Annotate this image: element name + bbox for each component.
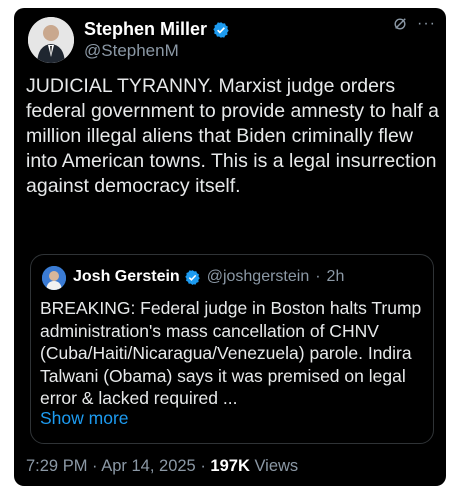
verified-badge-icon	[213, 21, 229, 38]
author-avatar[interactable]	[28, 17, 74, 63]
grok-icon[interactable]	[393, 17, 407, 31]
views-label: Views	[254, 457, 299, 475]
quoted-timestamp[interactable]: 2h	[327, 268, 345, 286]
person-avatar-icon	[42, 266, 66, 290]
quoted-author-name[interactable]: Josh Gerstein	[73, 268, 180, 286]
views-count[interactable]: 197K	[210, 457, 249, 475]
more-icon[interactable]: ···	[417, 16, 436, 32]
verified-badge-icon	[184, 269, 200, 285]
author-name[interactable]: Stephen Miller	[84, 19, 207, 40]
tweet-card: Stephen Miller @StephenM ··· JUDICIAL TY…	[14, 8, 446, 486]
header-actions: ···	[393, 16, 436, 32]
quoted-author-avatar[interactable]	[42, 266, 66, 290]
post-time[interactable]: 7:29 PM	[26, 457, 87, 475]
meta-separator: ·	[200, 457, 206, 475]
tweet-text: JUDICIAL TYRANNY. Marxist judge orders f…	[26, 75, 445, 197]
author-name-row[interactable]: Stephen Miller	[84, 19, 230, 40]
quoted-tweet[interactable]: Josh Gerstein @joshgerstein · 2h BREAKIN…	[30, 254, 434, 444]
author-handle[interactable]: @StephenM	[84, 41, 179, 61]
quoted-tweet-text: BREAKING: Federal judge in Boston halts …	[40, 298, 427, 408]
quoted-time-separator: ·	[315, 268, 321, 285]
person-avatar-icon	[28, 17, 74, 63]
show-more-link[interactable]: Show more	[40, 408, 129, 429]
tweet-meta: 7:29 PM · Apr 14, 2025 · 197K Views	[26, 457, 298, 476]
post-date[interactable]: Apr 14, 2025	[101, 457, 196, 475]
meta-separator: ·	[92, 457, 98, 475]
quoted-author-handle[interactable]: @joshgerstein	[207, 268, 310, 286]
quoted-header: Josh Gerstein @joshgerstein · 2h	[73, 268, 344, 286]
